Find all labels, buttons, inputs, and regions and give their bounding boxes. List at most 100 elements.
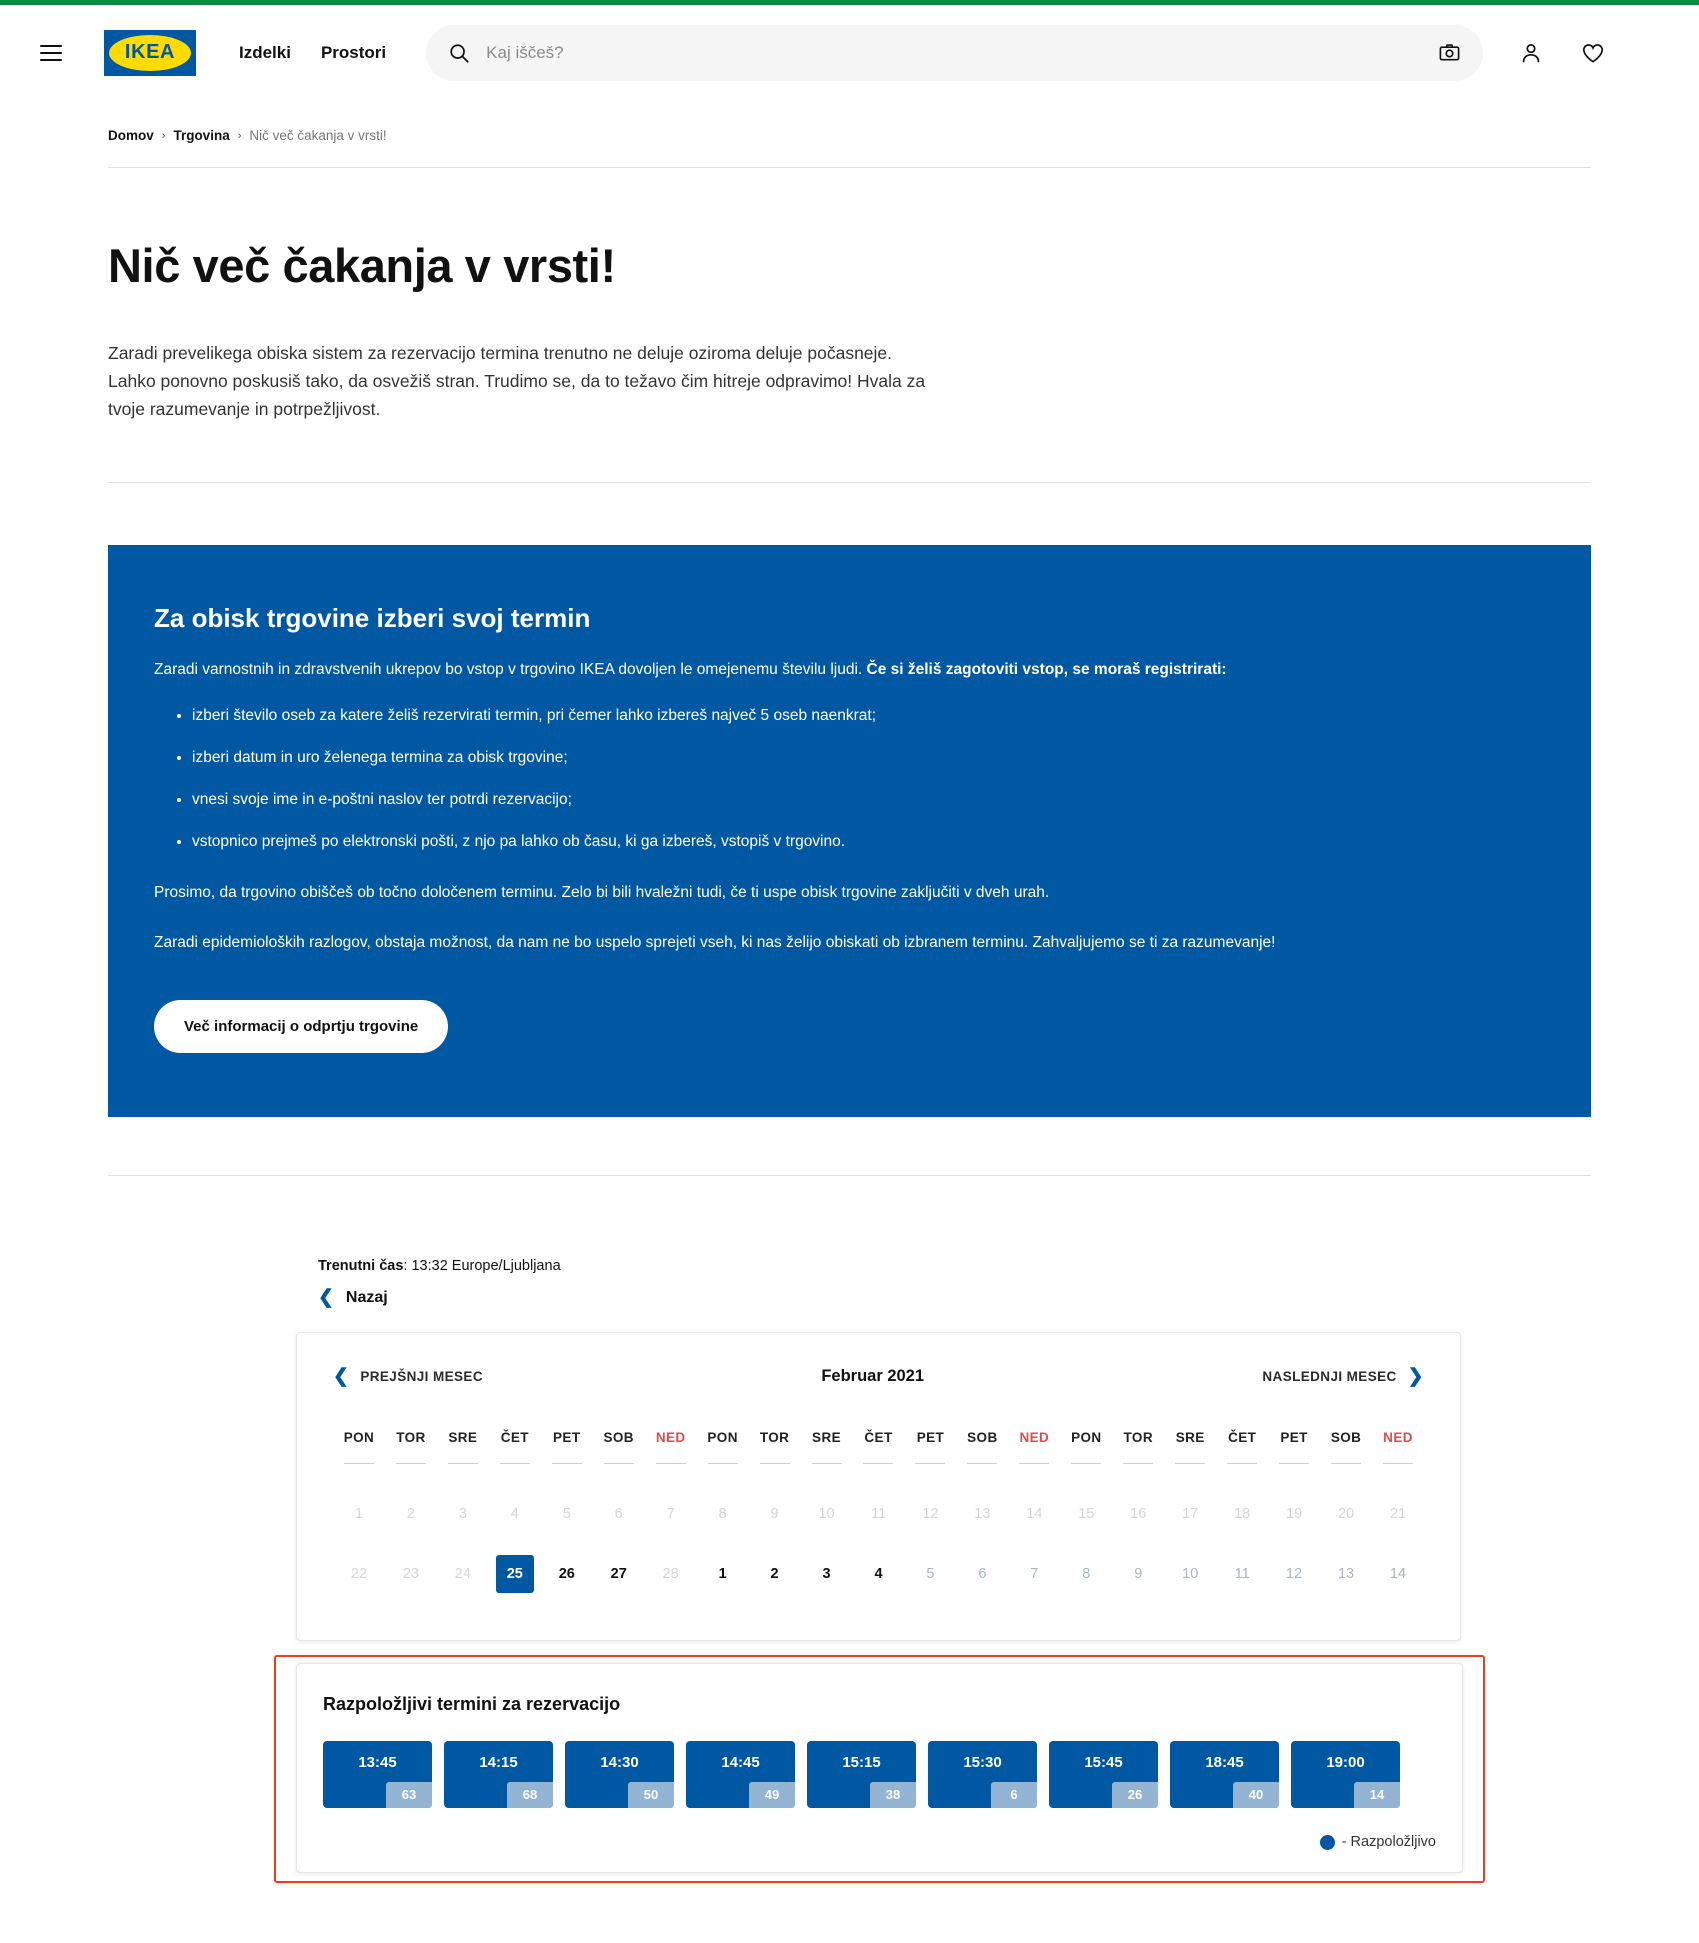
calendar-day-10: 10 bbox=[818, 1506, 835, 1523]
calendar-day-cell: 16 bbox=[1112, 1484, 1164, 1544]
calendar-day-cell[interactable]: 25 bbox=[489, 1544, 541, 1604]
calendar-day-6[interactable]: 6 bbox=[963, 1555, 1001, 1593]
heart-favorites-icon[interactable] bbox=[1581, 41, 1605, 65]
list-item: vnesi svoje ime in e-poštni naslov ter p… bbox=[192, 788, 1545, 813]
calendar-day-cell: 28 bbox=[645, 1544, 697, 1604]
time-slot-capacity: 6 bbox=[991, 1782, 1037, 1809]
calendar-grid: PON TOR SRE ČET PET SOB NED PON TOR SRE ČET PET SOB N… bbox=[333, 1430, 1424, 1604]
next-month-button[interactable]: NASLEDNJI MESEC ❯ bbox=[1262, 1367, 1424, 1386]
time-slot-button[interactable]: 15:45 26 bbox=[1049, 1741, 1158, 1809]
calendar-day-26[interactable]: 26 bbox=[548, 1555, 586, 1593]
calendar-day-1[interactable]: 1 bbox=[704, 1555, 742, 1593]
time-slot-button[interactable]: 15:30 6 bbox=[928, 1741, 1037, 1809]
ikea-logo[interactable]: IKEA bbox=[104, 29, 196, 76]
calendar-day-cell[interactable]: 27 bbox=[593, 1544, 645, 1604]
calendar-day-9[interactable]: 9 bbox=[1119, 1555, 1157, 1593]
slots-row: 13:45 63 14:15 68 14:30 50 14:45 49 15:15 38 15:30… bbox=[323, 1741, 1436, 1809]
calendar-day-14[interactable]: 14 bbox=[1379, 1555, 1417, 1593]
calendar-day-cell: 19 bbox=[1268, 1484, 1320, 1544]
time-slot-button[interactable]: 14:15 68 bbox=[444, 1741, 553, 1809]
booking-widget: Trenutni čas: 13:32 Europe/Ljubljana ❮ N… bbox=[0, 1258, 1699, 1943]
promo-lead: Zaradi varnostnih in zdravstvenih ukrepo… bbox=[154, 658, 1545, 683]
calendar-day-cell[interactable]: 3 bbox=[801, 1544, 853, 1604]
time-slot-button[interactable]: 14:30 50 bbox=[565, 1741, 674, 1809]
calendar-day-cell[interactable]: 11 bbox=[1216, 1544, 1268, 1604]
calendar-day-19: 19 bbox=[1286, 1506, 1303, 1523]
chevron-left-icon: ❮ bbox=[333, 1366, 350, 1388]
calendar-day-cell[interactable]: 7 bbox=[1008, 1544, 1060, 1604]
calendar-day-cell: 18 bbox=[1216, 1484, 1268, 1544]
calendar-day-9: 9 bbox=[770, 1506, 779, 1523]
time-slot-button[interactable]: 19:00 14 bbox=[1291, 1741, 1400, 1809]
user-account-icon[interactable] bbox=[1519, 41, 1543, 65]
calendar-day-cell[interactable]: 2 bbox=[749, 1544, 801, 1604]
prev-month-button[interactable]: ❮ PREJŠNJI MESEC bbox=[333, 1367, 483, 1386]
slots-highlight-box: Razpoložljivi termini za rezervacijo 13:… bbox=[274, 1655, 1485, 1884]
calendar-day-cell[interactable]: 9 bbox=[1112, 1544, 1164, 1604]
calendar-day-12: 12 bbox=[922, 1506, 939, 1523]
calendar-weekday-underline bbox=[1216, 1463, 1268, 1484]
time-slot-button[interactable]: 15:15 38 bbox=[807, 1741, 916, 1809]
time-slot-capacity: 49 bbox=[749, 1782, 795, 1809]
calendar-weekday-header: PON bbox=[343, 1430, 375, 1446]
time-slot-count-wrap: 38 bbox=[807, 1782, 916, 1809]
calendar-day-cell: 17 bbox=[1164, 1484, 1216, 1544]
more-info-button[interactable]: Več informacij o odprtju trgovine bbox=[154, 1000, 449, 1054]
calendar-day-cell[interactable]: 10 bbox=[1164, 1544, 1216, 1604]
current-time-value: : 13:32 Europe/Ljubljana bbox=[403, 1258, 561, 1275]
calendar-day-14: 14 bbox=[1026, 1506, 1043, 1523]
calendar-day-10[interactable]: 10 bbox=[1171, 1555, 1209, 1593]
breadcrumb-item-domov[interactable]: Domov bbox=[108, 128, 154, 143]
calendar-weekday-underline bbox=[1008, 1463, 1060, 1484]
calendar-day-13[interactable]: 13 bbox=[1327, 1555, 1365, 1593]
calendar-day-11[interactable]: 11 bbox=[1223, 1555, 1261, 1593]
calendar-weekday-header: TOR bbox=[396, 1430, 426, 1446]
calendar-day-5[interactable]: 5 bbox=[911, 1555, 949, 1593]
nav-item-prostori[interactable]: Prostori bbox=[321, 43, 386, 63]
calendar-day-cell[interactable]: 5 bbox=[904, 1544, 956, 1604]
calendar-day-8[interactable]: 8 bbox=[1067, 1555, 1105, 1593]
calendar-day-8: 8 bbox=[718, 1506, 727, 1523]
calendar-day-3[interactable]: 3 bbox=[808, 1555, 846, 1593]
calendar-weekday-header: TOR bbox=[759, 1430, 790, 1446]
calendar-day-cell[interactable]: 12 bbox=[1268, 1544, 1320, 1604]
calendar-day-25[interactable]: 25 bbox=[495, 1555, 534, 1594]
search-input[interactable] bbox=[486, 42, 1439, 63]
calendar-day-cell[interactable]: 14 bbox=[1372, 1544, 1424, 1604]
calendar-day-7: 7 bbox=[666, 1506, 675, 1523]
calendar-weekday-underline bbox=[956, 1463, 1008, 1484]
search-box[interactable] bbox=[426, 24, 1484, 81]
calendar-day-7[interactable]: 7 bbox=[1015, 1555, 1053, 1593]
calendar-day-cell: 11 bbox=[853, 1484, 905, 1544]
calendar-day-4: 4 bbox=[510, 1506, 519, 1523]
time-slot-time: 14:45 bbox=[721, 1754, 760, 1772]
camera-icon[interactable] bbox=[1438, 41, 1461, 64]
calendar-card: ❮ PREJŠNJI MESEC Februar 2021 NASLEDNJI … bbox=[296, 1332, 1461, 1642]
hamburger-menu-icon[interactable] bbox=[34, 36, 68, 70]
time-slot-button[interactable]: 13:45 63 bbox=[323, 1741, 432, 1809]
calendar-day-4[interactable]: 4 bbox=[859, 1555, 897, 1593]
calendar-weekday-header: SRE bbox=[812, 1430, 842, 1446]
calendar-header: ❮ PREJŠNJI MESEC Februar 2021 NASLEDNJI … bbox=[333, 1367, 1424, 1386]
calendar-day-cell[interactable]: 13 bbox=[1320, 1544, 1372, 1604]
calendar-day-cell[interactable]: 26 bbox=[541, 1544, 593, 1604]
calendar-day-2[interactable]: 2 bbox=[756, 1555, 794, 1593]
nav-item-izdelki[interactable]: Izdelki bbox=[239, 43, 291, 63]
calendar-day-cell[interactable]: 6 bbox=[956, 1544, 1008, 1604]
calendar-day-12[interactable]: 12 bbox=[1275, 1555, 1313, 1593]
calendar-weekday-header: PON bbox=[1071, 1430, 1102, 1446]
calendar-weekday-header: PON bbox=[707, 1430, 738, 1446]
calendar-day-23: 23 bbox=[402, 1566, 419, 1583]
calendar-weekday-header: PET bbox=[553, 1430, 581, 1446]
calendar-day-27[interactable]: 27 bbox=[600, 1555, 638, 1593]
calendar-day-cell[interactable]: 4 bbox=[853, 1544, 905, 1604]
time-slot-count-wrap: 6 bbox=[928, 1782, 1037, 1809]
calendar-day-cell[interactable]: 1 bbox=[697, 1544, 749, 1604]
time-slot-button[interactable]: 14:45 49 bbox=[686, 1741, 795, 1809]
back-button[interactable]: ❮ Nazaj bbox=[318, 1288, 1699, 1307]
time-slot-time: 15:15 bbox=[842, 1754, 881, 1772]
calendar-day-cell[interactable]: 8 bbox=[1060, 1544, 1112, 1604]
breadcrumb-item-trgovina[interactable]: Trgovina bbox=[173, 128, 229, 143]
promo-panel: Za obisk trgovine izberi svoj termin Zar… bbox=[108, 544, 1591, 1118]
time-slot-button[interactable]: 18:45 40 bbox=[1170, 1741, 1279, 1809]
